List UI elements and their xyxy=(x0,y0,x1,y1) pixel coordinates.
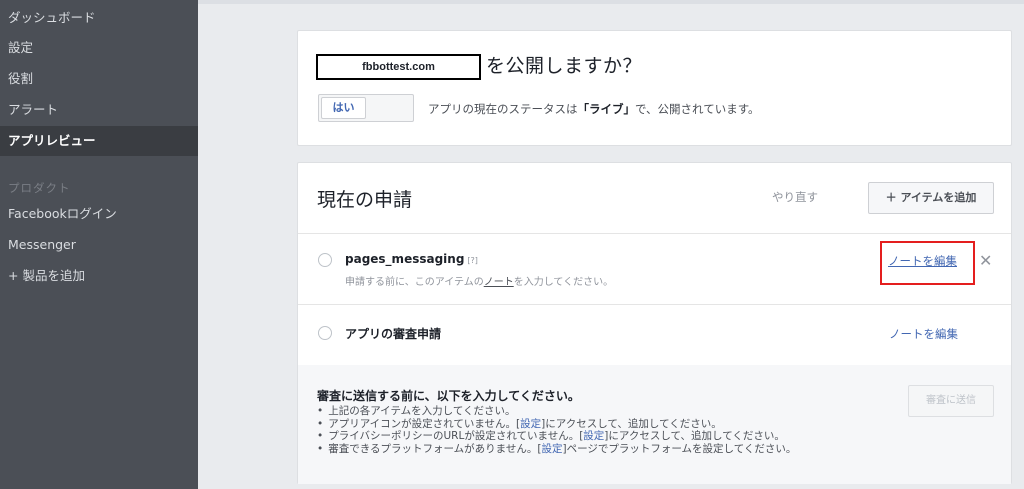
list-item: プライバシーポリシーのURLが設定されていません。[設定]にアクセスして、追加し… xyxy=(317,430,796,443)
sidebar-item-settings[interactable]: 設定 xyxy=(0,33,198,63)
sidebar-item-dashboard[interactable]: ダッシュボード xyxy=(0,3,198,33)
request-item-hint: 申請する前に、このアイテムのノートを入力してください。 xyxy=(345,273,613,288)
request-item-name: pages_messaging xyxy=(345,252,465,266)
status-text: アプリの現在のステータスは「ライブ」で、公開されています。 xyxy=(428,101,760,117)
divider xyxy=(298,304,1011,305)
request-item-title: アプリの審査申請 xyxy=(345,327,442,341)
note-link[interactable]: ノート xyxy=(484,277,514,288)
sidebar-item-add-product[interactable]: + 製品を追加 xyxy=(0,261,198,291)
list-item: 審査できるプラットフォームがありません。[設定]ページでプラットフォームを設定し… xyxy=(317,443,796,456)
close-icon[interactable]: ✕ xyxy=(979,251,992,270)
publish-toggle[interactable]: はい xyxy=(318,94,414,122)
requirement-text: 審査できるプラットフォームがありません。[ xyxy=(328,442,542,455)
settings-link[interactable]: 設定 xyxy=(583,430,604,442)
sidebar-item-messenger[interactable]: Messenger xyxy=(0,230,198,260)
settings-link[interactable]: 設定 xyxy=(541,443,562,455)
submit-area: 審査に送信する前に、以下を入力してください。 上記の各アイテムを入力してください… xyxy=(298,365,1011,484)
edit-note-link[interactable]: ノートを編集 xyxy=(888,253,957,269)
add-item-button[interactable]: ＋ アイテムを追加 xyxy=(868,182,994,214)
status-suffix: で、公開されています。 xyxy=(635,102,760,116)
requirement-text: ]にアクセスして、追加してください。 xyxy=(604,430,785,442)
requirements-list: 上記の各アイテムを入力してください。 アプリアイコンが設定されていません。[設定… xyxy=(317,405,796,455)
sidebar-item-app-review[interactable]: アプリレビュー xyxy=(0,126,198,156)
list-item: アプリアイコンが設定されていません。[設定]にアクセスして、追加してください。 xyxy=(317,418,796,431)
help-icon[interactable]: [?] xyxy=(467,256,478,265)
requirement-text: 上記の各アイテムを入力してください。 xyxy=(328,405,516,417)
divider xyxy=(298,233,1011,234)
radio-pages-messaging[interactable] xyxy=(318,253,332,267)
hint-prefix: 申請する前に、このアイテムの xyxy=(345,277,484,288)
radio-app-review[interactable] xyxy=(318,326,332,340)
sidebar-section-products: プロダクト xyxy=(8,181,71,195)
hint-suffix: を入力してください。 xyxy=(513,277,614,288)
requirement-text: ]にアクセスして、追加してください。 xyxy=(541,417,722,430)
requests-title: 現在の申請 xyxy=(317,189,413,211)
requirement-text: アプリアイコンが設定されていません。[ xyxy=(328,417,521,430)
domain-label: fbbottest.com xyxy=(316,54,481,80)
requests-card: 現在の申請 やり直す ＋ アイテムを追加 pages_messaging [?] … xyxy=(297,162,1012,484)
status-prefix: アプリの現在のステータスは xyxy=(428,102,578,116)
edit-note-link[interactable]: ノートを編集 xyxy=(889,326,958,342)
redo-link[interactable]: やり直す xyxy=(772,189,818,205)
top-border xyxy=(198,0,1024,4)
submit-for-review-button[interactable]: 審査に送信 xyxy=(908,385,994,417)
requirement-text: プライバシーポリシーのURLが設定されていません。[ xyxy=(328,430,584,442)
main-content: fbbottest.com を公開しますか？ はい アプリの現在のステータスは「… xyxy=(198,0,1024,489)
requirement-text: ]ページでプラットフォームを設定してください。 xyxy=(562,442,797,455)
publish-question: を公開しますか？ xyxy=(486,55,643,77)
submit-title: 審査に送信する前に、以下を入力してください。 xyxy=(317,389,580,403)
toggle-yes-option[interactable]: はい xyxy=(321,97,366,119)
sidebar-item-roles[interactable]: 役割 xyxy=(0,64,198,94)
status-value: 「ライブ」 xyxy=(577,102,636,116)
list-item: 上記の各アイテムを入力してください。 xyxy=(317,405,796,418)
sidebar-item-facebook-login[interactable]: Facebookログイン xyxy=(0,199,198,229)
sidebar: ダッシュボード 設定 役割 アラート アプリレビュー プロダクト Faceboo… xyxy=(0,0,198,489)
request-item-title: pages_messaging [?] xyxy=(345,252,478,266)
sidebar-item-alerts[interactable]: アラート xyxy=(0,95,198,125)
publish-card: fbbottest.com を公開しますか？ はい アプリの現在のステータスは「… xyxy=(297,30,1012,146)
toggle-off-option[interactable] xyxy=(368,97,411,119)
settings-link[interactable]: 設定 xyxy=(520,418,541,430)
